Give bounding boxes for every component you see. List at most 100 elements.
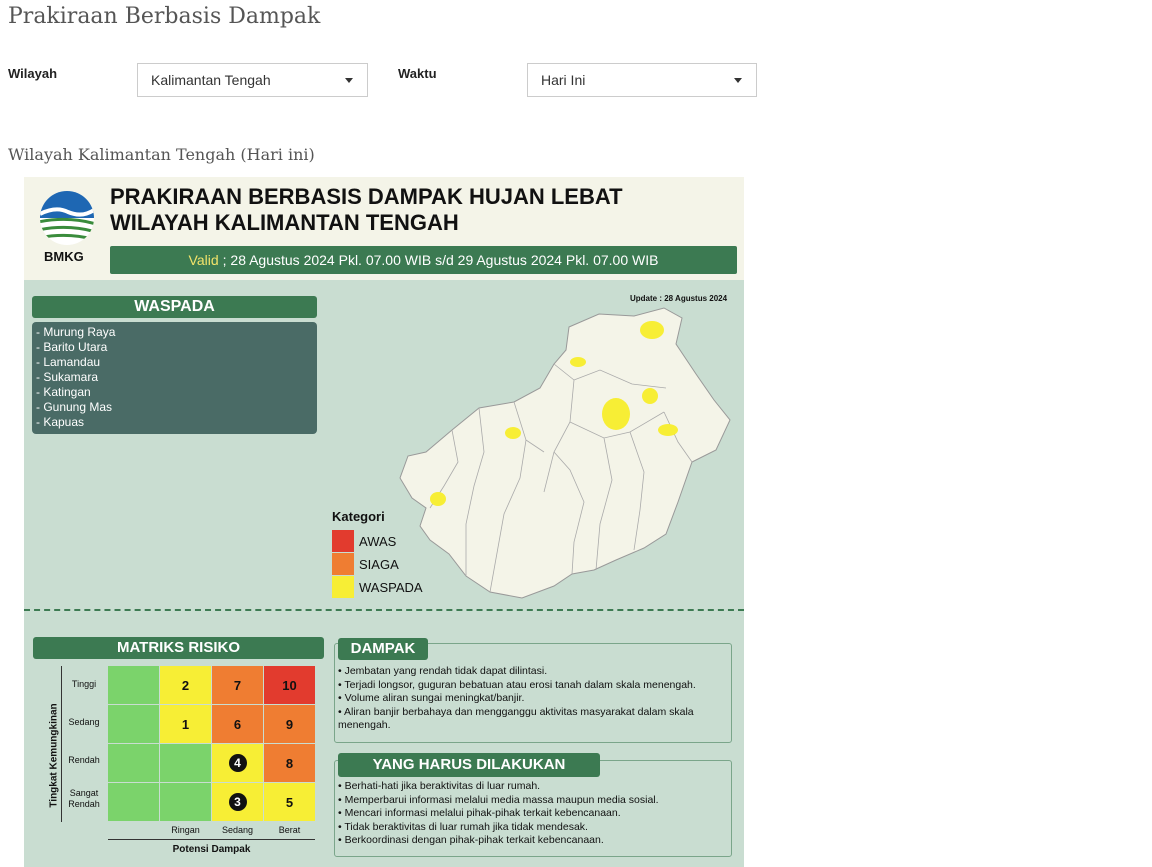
waspada-zone (602, 398, 630, 430)
legend-title: Kategori (332, 509, 385, 524)
action-item: Memperbarui informasi melalui media mass… (338, 794, 730, 808)
matrix-col-label: Sedang (221, 825, 254, 835)
time-select[interactable]: Hari Ini (527, 63, 757, 97)
matrix-cell: 8 (264, 744, 315, 782)
waspada-zone (505, 427, 521, 439)
matrix-cell-value: 6 (233, 716, 242, 732)
matrix-cell-value: 8 (285, 755, 294, 771)
valid-range: ; 28 Agustus 2024 Pkl. 07.00 WIB s/d 29 … (222, 252, 659, 268)
impact-item: Volume aliran sungai meningkat/banjir. (338, 692, 730, 706)
waspada-area-item: - Barito Utara (36, 340, 108, 354)
valid-label: Valid (188, 252, 219, 268)
matrix-cell-value: 5 (285, 794, 294, 810)
risk-matrix-heading: MATRIKS RISIKO (33, 637, 324, 659)
matrix-row-label: Sangat Rendah (68, 788, 100, 809)
actions-list: Berhati-hati jika beraktivitas di luar r… (338, 780, 730, 848)
action-item: Berkoordinasi dengan pihak-pihak terkait… (338, 834, 730, 848)
waspada-heading: WASPADA (32, 296, 317, 318)
section-divider (24, 609, 744, 611)
time-select-value: Hari Ini (541, 72, 586, 88)
matrix-col-label: Ringan (171, 825, 200, 835)
waspada-area-item: - Lamandau (36, 355, 101, 369)
matrix-cell: 4 (212, 744, 263, 782)
region-select-value: Kalimantan Tengah (151, 72, 271, 88)
waspada-area-item: - Katingan (36, 385, 91, 399)
chevron-down-icon (345, 78, 353, 83)
matrix-cell: 1 (160, 705, 211, 743)
region-label: Wilayah (8, 66, 58, 81)
impact-item: Aliran banjir berbahaya dan mengganggu a… (338, 706, 730, 733)
matrix-cell (160, 783, 211, 821)
legend-item-awas: AWAS (332, 530, 396, 552)
matrix-cell: 5 (264, 783, 315, 821)
matrix-cell: 10 (264, 666, 315, 704)
legend-item-siaga: SIAGA (332, 553, 399, 575)
legend-label: SIAGA (359, 556, 399, 572)
waspada-zone (570, 357, 586, 367)
legend-swatch (332, 576, 354, 598)
impact-heading: DAMPAK (338, 638, 428, 660)
infographic-title: PRAKIRAAN BERBASIS DAMPAK HUJAN LEBAT WI… (110, 184, 623, 236)
action-item: Berhati-hati jika beraktivitas di luar r… (338, 780, 730, 794)
time-label: Waktu (398, 66, 437, 81)
matrix-row-label: Tinggi (71, 679, 97, 689)
legend-item-waspada: WASPADA (332, 576, 423, 598)
matrix-cell: 3 (212, 783, 263, 821)
waspada-zone (640, 321, 664, 339)
matrix-cell (108, 744, 159, 782)
matrix-x-axis-line (108, 839, 315, 840)
matrix-cell-value: 7 (233, 677, 242, 693)
impact-item: Jembatan yang rendah tidak dapat dilinta… (338, 665, 730, 679)
legend-label: WASPADA (359, 579, 423, 595)
action-item: Mencari informasi melalui pihak-pihak te… (338, 807, 730, 821)
waspada-zone (642, 388, 658, 404)
matrix-x-axis-title: Potensi Dampak (172, 844, 251, 855)
matrix-col-label: Berat (278, 825, 301, 835)
matrix-cell (108, 666, 159, 704)
bmkg-logo-text: BMKG (44, 249, 84, 264)
impact-item: Terjadi longsor, guguran bebatuan atau e… (338, 679, 730, 693)
chevron-down-icon (734, 78, 742, 83)
matrix-cell-value: 3 (228, 793, 247, 811)
waspada-area-item: - Gunung Mas (36, 400, 113, 414)
section-subtitle: Wilayah Kalimantan Tengah (Hari ini) (8, 145, 315, 164)
action-item: Tidak beraktivitas di luar rumah jika ti… (338, 821, 730, 835)
matrix-cell-value: 10 (282, 677, 297, 693)
matrix-cell (108, 705, 159, 743)
page-title: Prakiraan Berbasis Dampak (8, 4, 321, 29)
matrix-y-axis-line (61, 666, 62, 822)
matrix-cell (108, 783, 159, 821)
waspada-zone (430, 492, 446, 506)
matrix-cell-value: 1 (181, 716, 190, 732)
map-region-outline (399, 307, 731, 599)
matrix-cell: 6 (212, 705, 263, 743)
waspada-area-list: - Murung Raya - Barito Utara - Lamandau - S… (32, 322, 317, 434)
matrix-cell-value: 2 (181, 677, 190, 693)
matrix-cell-value: 4 (228, 754, 247, 772)
infographic-header: BMKG PRAKIRAAN BERBASIS DAMPAK HUJAN LEB… (24, 177, 744, 280)
matrix-row-label: Rendah (68, 755, 100, 765)
actions-heading: YANG HARUS DILAKUKAN (338, 753, 600, 777)
matrix-cell-value: 9 (285, 716, 294, 732)
matrix-cell: 9 (264, 705, 315, 743)
legend-label: AWAS (359, 533, 397, 549)
waspada-zone (658, 424, 678, 436)
region-select[interactable]: Kalimantan Tengah (137, 63, 368, 97)
waspada-area-item: - Kapuas (36, 415, 85, 429)
matrix-y-axis-title: Tingkat Kemungkinan (48, 703, 60, 808)
legend-swatch (332, 553, 354, 575)
impact-forecast-infographic: BMKG PRAKIRAAN BERBASIS DAMPAK HUJAN LEB… (24, 177, 744, 867)
title-line-2: WILAYAH KALIMANTAN TENGAH (110, 210, 459, 235)
matrix-cell: 2 (160, 666, 211, 704)
risk-matrix-grid: 2 7 10 1 6 9 4 8 3 5 (108, 666, 315, 821)
validity-bar: Valid ; 28 Agustus 2024 Pkl. 07.00 WIB s… (110, 246, 737, 274)
title-line-1: PRAKIRAAN BERBASIS DAMPAK HUJAN LEBAT (110, 184, 623, 209)
province-map (399, 307, 731, 599)
waspada-area-item: - Sukamara (36, 370, 99, 384)
matrix-cell: 7 (212, 666, 263, 704)
matrix-row-label: Sedang (68, 717, 100, 727)
impact-list: Jembatan yang rendah tidak dapat dilinta… (338, 665, 730, 733)
matrix-cell (160, 744, 211, 782)
legend-swatch (332, 530, 354, 552)
waspada-area-item: - Murung Raya (36, 325, 116, 339)
